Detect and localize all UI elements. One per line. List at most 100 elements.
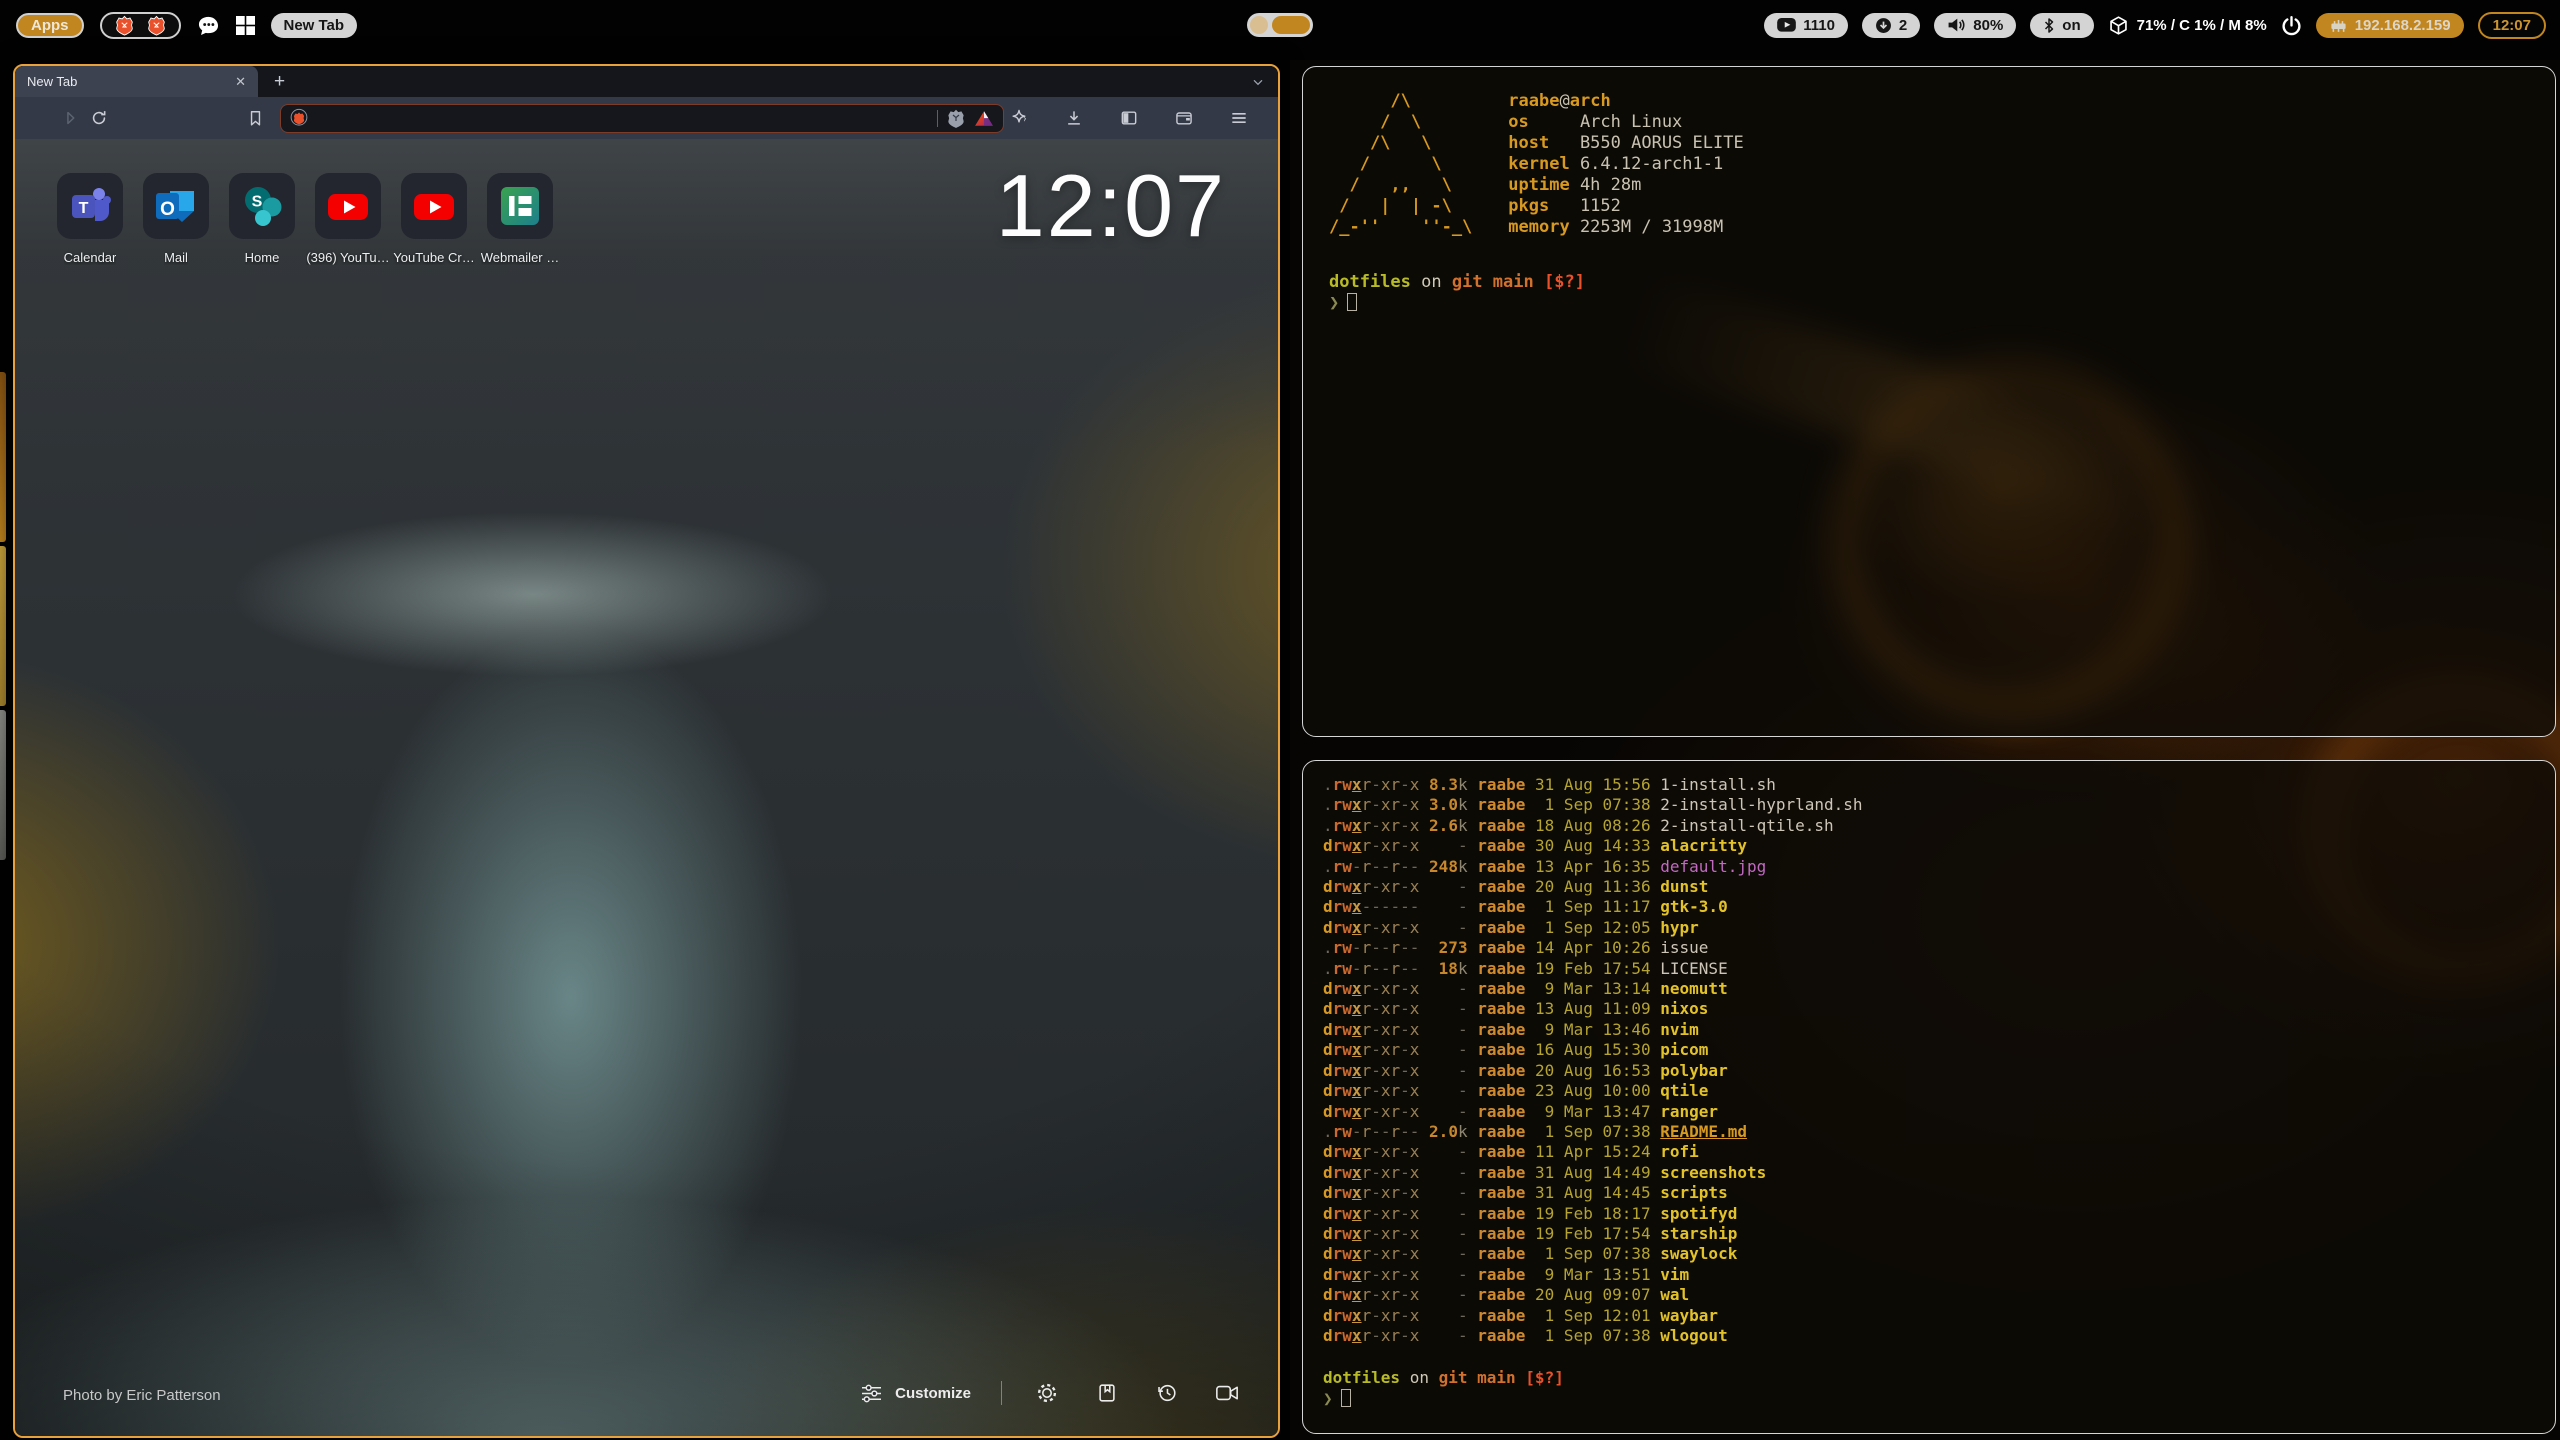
browser-toolbar [15,97,1278,139]
fastfetch-line: uptime4h 28m [1508,175,1743,196]
shortcuts-row: T Calendar O Mail S Home (396) YouTu… YouTube C… [47,173,563,265]
file-row: drwxr-xr-x - raabe 23 Aug 10:00 qtile [1323,1081,2535,1101]
file-row: drwxr-xr-x - raabe 19 Feb 18:17 spotifyd [1323,1204,2535,1224]
file-row: drwxr-xr-x - raabe 20 Aug 11:36 dunst [1323,877,2535,897]
customize-button[interactable]: Customize [860,1384,971,1403]
file-row: drwxr-xr-x - raabe 9 Mar 13:51 vim [1323,1265,2535,1285]
shortcut-label: Calendar [64,250,117,265]
file-row: .rw-r--r-- 248k raabe 13 Apr 16:35 defau… [1323,857,2535,877]
file-row: drwxr-xr-x - raabe 9 Mar 13:46 nvim [1323,1020,2535,1040]
ip-address-pill[interactable]: 192.168.2.159 [2316,13,2464,38]
menu-icon[interactable] [1224,103,1254,133]
windows-logo-icon[interactable] [236,16,255,35]
prompt-cursor-line: ❯ [1323,1389,2535,1409]
svg-text:S: S [252,194,263,211]
volume-value: 80% [1973,17,2003,34]
shortcut-label: Mail [164,250,188,265]
address-separator [937,110,938,127]
file-row: drwxr-xr-x - raabe 9 Mar 13:14 neomutt [1323,979,2535,999]
reload-button[interactable] [85,103,114,133]
fastfetch-output: /\ / \ /\ \ / \ / ,, \ / | | -\ /_-'' ''… [1329,91,2529,238]
settings-gear-icon[interactable] [1032,1378,1062,1408]
network-bridge-icon [2329,18,2348,33]
file-row: drwxr-xr-x - raabe 31 Aug 14:45 scripts [1323,1183,2535,1203]
disk-cube-icon [2108,15,2129,36]
shortcut-label: YouTube Cr… [393,250,474,265]
tab-search-chevron-icon[interactable] [1250,66,1266,97]
shortcut-label: (396) YouTu… [306,250,389,265]
apps-label: Apps [31,17,69,34]
shortcut-tile[interactable]: T Calendar [47,173,133,265]
tab-title: New Tab [27,74,77,89]
bluetooth-pill[interactable]: on [2030,13,2093,38]
fastfetch-title: raabe@arch [1508,91,1743,112]
terminal-fastfetch-window[interactable]: /\ / \ /\ \ / \ / ,, \ / | | -\ /_-'' ''… [1302,66,2556,737]
brave-browser-window[interactable]: New Tab ✕ + [13,64,1280,1438]
file-row: drwxr-xr-x - raabe 20 Aug 16:53 polybar [1323,1061,2535,1081]
update-arrow-icon [1875,17,1892,34]
webmail-icon [487,173,553,239]
tab-new-tab[interactable]: New Tab ✕ [15,66,258,97]
terminal-cursor [1347,293,1357,311]
file-row: drwxr-xr-x - raabe 1 Sep 07:38 wlogout [1323,1326,2535,1346]
terminal-cursor [1341,1389,1351,1407]
shortcut-tile[interactable]: S Home [219,173,305,265]
file-row: .rwxr-xr-x 2.6k raabe 18 Aug 08:26 2-ins… [1323,816,2535,836]
updates-count: 2 [1899,17,1907,34]
address-bar[interactable] [280,104,1004,133]
forward-button[interactable] [56,103,85,133]
downloads-icon[interactable] [1059,103,1089,133]
teams-icon: T [57,173,123,239]
leo-ai-icon[interactable] [1004,103,1034,133]
bluetooth-icon [2043,17,2055,34]
bookmarks-book-icon[interactable] [1092,1378,1122,1408]
sidebar-icon[interactable] [1114,103,1144,133]
shortcut-tile[interactable]: YouTube Cr… [391,173,477,265]
svg-text:O: O [160,199,175,220]
shell-prompt: dotfiles on git main [$?] [1323,1368,2535,1388]
svg-text:T: T [79,200,89,217]
ip-address: 192.168.2.159 [2355,17,2451,34]
clock-pill[interactable]: 12:07 [2478,12,2546,39]
bookmark-button[interactable] [242,103,271,133]
file-row: .rwxr-xr-x 3.0k raabe 1 Sep 07:38 2-inst… [1323,795,2535,815]
window-title-pill[interactable]: New Tab [271,13,358,38]
file-row: drwxr-xr-x - raabe 19 Feb 17:54 starship [1323,1224,2535,1244]
chat-bubble-icon[interactable] [197,15,220,36]
apps-button[interactable]: Apps [16,13,84,38]
terminal-listing-window[interactable]: .rwxr-xr-x 8.3k raabe 31 Aug 15:56 1-ins… [1302,760,2556,1434]
file-listing: .rwxr-xr-x 8.3k raabe 31 Aug 15:56 1-ins… [1323,775,2535,1346]
system-stats[interactable]: 71% / C 1% / M 8% [2108,15,2267,36]
background-video-icon[interactable] [1212,1378,1242,1408]
updates-pill[interactable]: 2 [1862,13,1920,38]
center-toggle[interactable] [1247,13,1313,37]
youtube-count-pill[interactable]: 1110 [1764,13,1848,38]
power-icon[interactable] [2281,15,2302,36]
shortcut-label: Home [245,250,280,265]
new-tab-button[interactable]: + [274,66,285,97]
stats-text: 71% / C 1% / M 8% [2137,17,2267,34]
workspace-brave-icon[interactable] [115,15,134,36]
wallet-icon[interactable] [1169,103,1199,133]
shortcut-tile[interactable]: (396) YouTu… [305,173,391,265]
brave-shields-icon[interactable] [947,108,965,128]
bluetooth-state: on [2062,17,2080,34]
history-icon[interactable] [1152,1378,1182,1408]
shortcut-tile[interactable]: O Mail [133,173,219,265]
volume-pill[interactable]: 80% [1934,13,2016,38]
customize-label: Customize [895,1385,971,1402]
toggle-knob [1250,16,1268,34]
photo-credit[interactable]: Photo by Eric Patterson [63,1387,221,1404]
shortcut-tile[interactable]: Webmailer … [477,173,563,265]
controls-divider [1001,1381,1002,1405]
tab-close-icon[interactable]: ✕ [235,74,246,90]
shell-prompt: dotfiles on git main [$?] [1329,272,2529,293]
file-row: drwxr-xr-x - raabe 20 Aug 09:07 wal [1323,1285,2535,1305]
brave-search-icon [290,108,308,128]
workspace-indicator[interactable] [100,12,181,39]
workspace-brave-icon[interactable] [147,15,166,36]
bat-rewards-icon[interactable] [974,110,994,127]
file-row: .rwxr-xr-x 8.3k raabe 31 Aug 15:56 1-ins… [1323,775,2535,795]
fastfetch-line: pkgs1152 [1508,196,1743,217]
back-button[interactable] [27,103,56,133]
